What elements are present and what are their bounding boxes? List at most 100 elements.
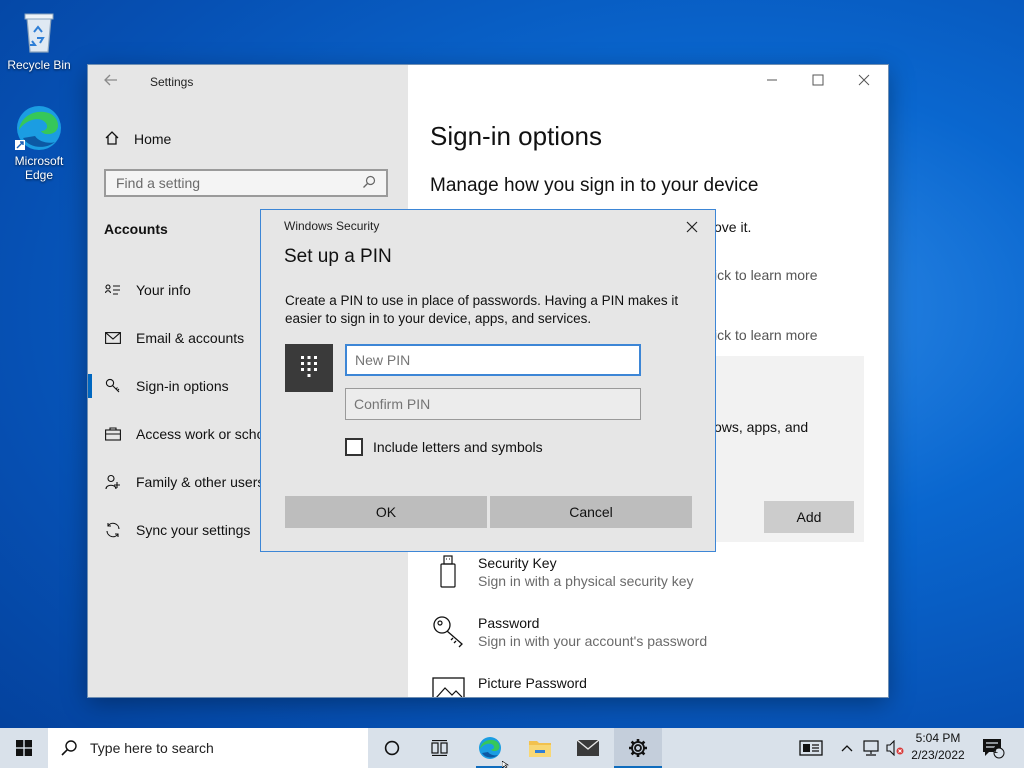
option-subtitle: Sign in with a physical security key <box>478 573 694 589</box>
taskbar-search-box[interactable]: Type here to search <box>48 728 368 768</box>
taskbar-settings[interactable] <box>614 728 662 768</box>
option-title: Picture Password <box>478 675 587 691</box>
dialog-title: Windows Security <box>284 219 380 233</box>
sidebar-item-sign-in-options[interactable]: Sign-in options <box>104 374 229 398</box>
learn-more-link[interactable]: ick to learn more <box>714 267 817 283</box>
maximize-button[interactable] <box>802 71 834 91</box>
chevron-up-icon <box>841 745 853 752</box>
add-pin-button[interactable]: Add <box>764 501 854 533</box>
sidebar-item-label: Access work or school <box>136 426 276 442</box>
partial-text: ove it. <box>714 219 752 235</box>
close-icon <box>858 74 870 86</box>
taskbar-clock[interactable]: 5:04 PM 2/23/2022 <box>906 730 970 764</box>
taskbar-file-explorer[interactable] <box>516 728 564 768</box>
minimize-icon <box>767 79 777 81</box>
ok-button[interactable]: OK <box>285 496 487 528</box>
sidebar-item-label: Sync your settings <box>136 522 251 538</box>
sidebar-item-label: Your info <box>136 282 191 298</box>
close-icon <box>686 221 698 233</box>
desktop-icon-label: Recycle Bin <box>7 58 71 72</box>
news-widget-button[interactable] <box>794 728 828 768</box>
key-icon <box>432 614 464 648</box>
task-view-button[interactable] <box>416 728 464 768</box>
page-title: Sign-in options <box>430 121 602 151</box>
find-setting-search-input[interactable]: Find a setting <box>104 169 388 197</box>
checkbox-label: Include letters and symbols <box>373 439 543 455</box>
sidebar-item-sync-settings[interactable]: Sync your settings <box>104 518 250 542</box>
show-hidden-icons-button[interactable] <box>838 728 856 768</box>
page-subtitle: Manage how you sign in to your device <box>430 175 759 196</box>
clock-date: 2/23/2022 <box>911 748 965 762</box>
action-center-button[interactable]: 1 <box>978 728 1008 768</box>
recycle-bin-icon <box>15 8 63 56</box>
edge-icon <box>479 737 501 759</box>
mail-icon <box>576 739 600 756</box>
home-icon <box>104 130 120 149</box>
minimize-button[interactable] <box>756 71 788 91</box>
volume-muted-icon <box>886 740 904 756</box>
windows-logo-icon <box>16 740 32 756</box>
person-card-icon <box>104 281 122 299</box>
dialog-heading: Set up a PIN <box>284 246 392 267</box>
clock-time: 5:04 PM <box>915 731 961 745</box>
taskbar-search-placeholder: Type here to search <box>90 740 214 756</box>
volume-button[interactable] <box>884 728 906 768</box>
task-view-icon <box>431 740 448 756</box>
desktop-icon-microsoft-edge[interactable]: Microsoft Edge <box>1 104 77 182</box>
window-title: Settings <box>150 75 194 89</box>
usb-key-icon <box>432 554 464 588</box>
selected-indicator <box>88 374 92 398</box>
search-placeholder: Find a setting <box>116 175 201 191</box>
mouse-cursor <box>502 761 509 768</box>
sidebar-item-email-accounts[interactable]: Email & accounts <box>104 326 244 350</box>
keypad-icon <box>285 344 333 392</box>
dialog-close-button[interactable] <box>681 216 703 238</box>
option-subtitle: Sign in with your account's password <box>478 633 708 649</box>
sidebar-item-label: Family & other users <box>136 474 265 490</box>
option-password[interactable]: Password Sign in with your account's pas… <box>432 614 707 650</box>
new-pin-field[interactable] <box>345 344 641 376</box>
maximize-icon <box>812 74 824 86</box>
sidebar-item-access-work-school[interactable]: Access work or school <box>104 422 275 446</box>
folder-icon <box>529 741 551 757</box>
key-icon <box>104 377 122 395</box>
search-icon <box>61 740 77 756</box>
set-up-pin-dialog: Windows Security Set up a PIN Create a P… <box>260 209 716 552</box>
close-button[interactable] <box>848 71 880 91</box>
start-button[interactable] <box>0 728 48 768</box>
confirm-pin-field[interactable] <box>345 388 641 420</box>
briefcase-icon <box>104 425 122 443</box>
desktop-icon-recycle-bin[interactable]: Recycle Bin <box>1 8 77 72</box>
sidebar-item-label: Sign-in options <box>136 378 229 394</box>
learn-more-link[interactable]: ick to learn more <box>714 327 817 343</box>
sidebar-item-family-other-users[interactable]: Family & other users <box>104 470 264 494</box>
sidebar-item-your-info[interactable]: Your info <box>104 278 191 302</box>
person-add-icon <box>104 473 122 491</box>
mail-icon <box>104 329 122 347</box>
network-button[interactable] <box>860 728 882 768</box>
include-letters-checkbox-row[interactable]: Include letters and symbols <box>345 438 543 456</box>
cortana-icon <box>384 740 400 756</box>
dialog-description: Create a PIN to use in place of password… <box>285 293 679 326</box>
cancel-button[interactable]: Cancel <box>490 496 692 528</box>
taskbar: Type here to search 5:04 PM 2/23/2022 1 <box>0 728 1024 768</box>
partial-text: ows, apps, and <box>714 419 809 435</box>
cortana-button[interactable] <box>368 728 416 768</box>
sync-icon <box>104 521 122 539</box>
search-icon <box>362 175 376 192</box>
home-nav-item[interactable]: Home <box>104 129 171 149</box>
option-picture-password[interactable]: Picture Password <box>432 674 587 697</box>
gear-icon <box>629 739 647 757</box>
picture-icon <box>432 674 465 697</box>
home-label: Home <box>134 131 172 147</box>
option-title: Security Key <box>478 555 557 571</box>
include-letters-checkbox[interactable] <box>345 438 363 456</box>
back-arrow-icon[interactable] <box>104 73 124 93</box>
sidebar-item-label: Email & accounts <box>136 330 245 346</box>
section-heading-accounts: Accounts <box>104 221 168 237</box>
edge-icon <box>15 104 63 152</box>
option-security-key[interactable]: Security Key Sign in with a physical sec… <box>432 554 694 590</box>
option-title: Password <box>478 615 540 631</box>
network-icon <box>863 740 879 756</box>
taskbar-mail[interactable] <box>564 728 612 768</box>
